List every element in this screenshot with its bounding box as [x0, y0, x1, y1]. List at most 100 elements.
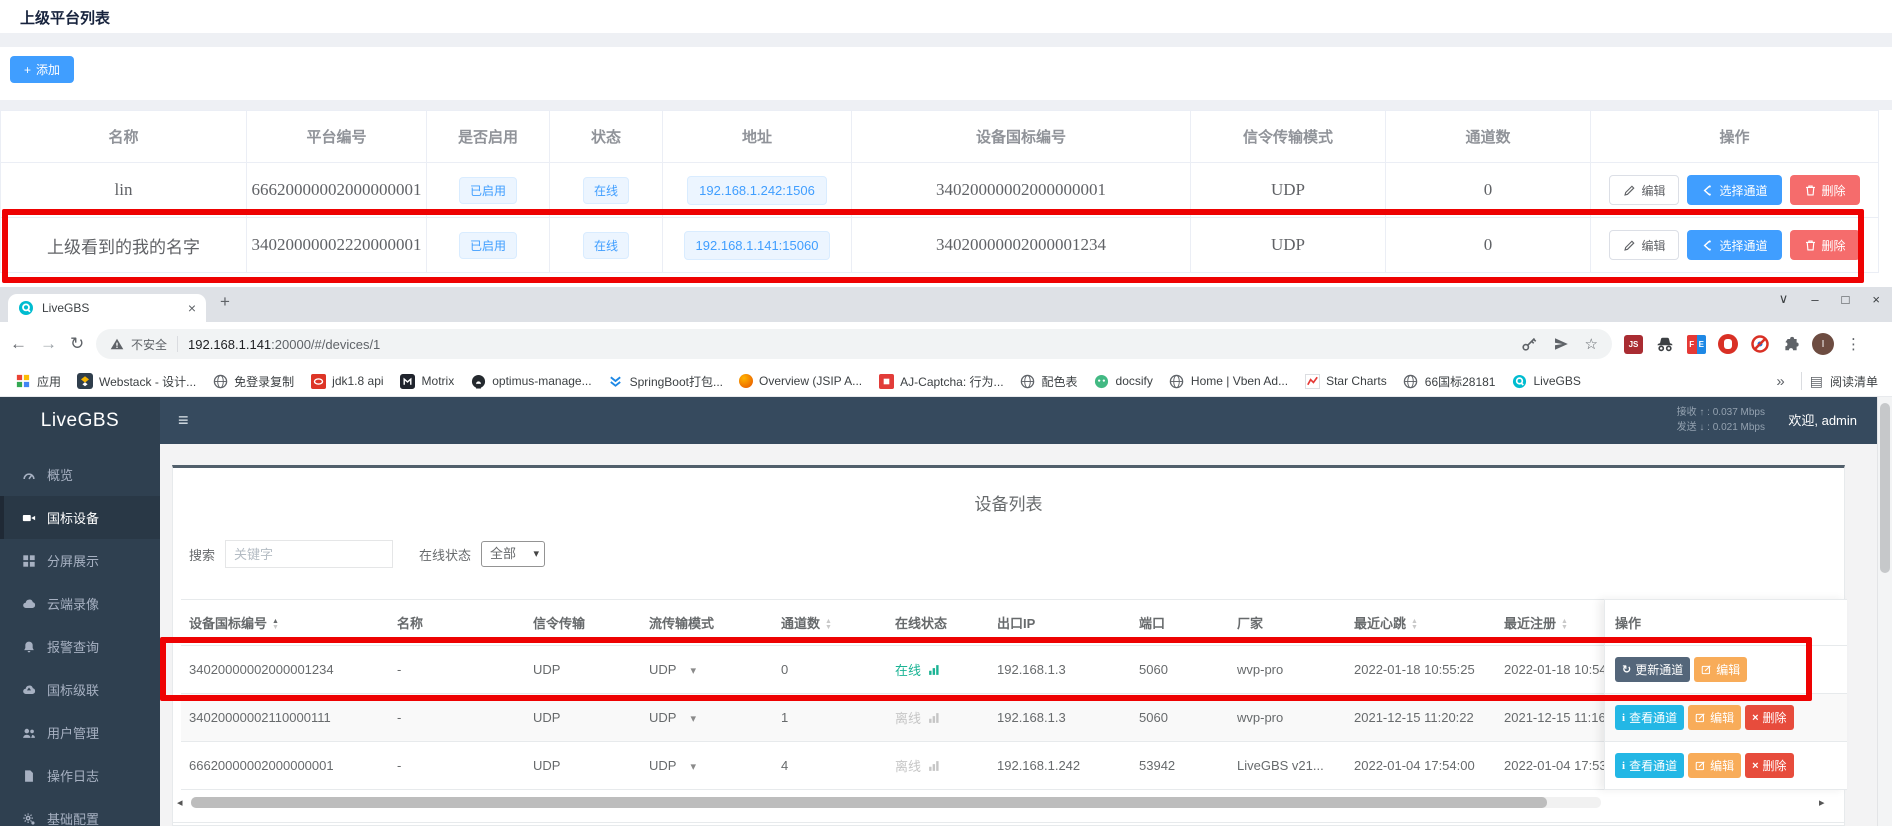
platform-row-0: lin66620000002000000001已启用在线192.168.1.24… [1, 163, 1879, 218]
page-scrollbar[interactable] [1877, 397, 1892, 826]
vendor-cell: wvp-pro [1229, 646, 1346, 694]
address-bar[interactable]: 不安全 192.168.1.141 :20000/#/devices/1 ☆ [96, 329, 1612, 359]
stream-mode-select[interactable]: UDP [649, 758, 676, 773]
caret-down-icon: ▾ [690, 713, 696, 725]
edit-button[interactable]: 编辑 [1609, 230, 1679, 260]
stream-mode-select[interactable]: UDP [649, 710, 676, 725]
reload-button[interactable]: ↻ [70, 334, 84, 354]
编辑-button[interactable]: 编辑 [1694, 657, 1747, 682]
ad-blocker-extension-icon[interactable] [1750, 334, 1770, 354]
chevron-down-icon[interactable]: ∨ [1779, 291, 1789, 307]
browser-tab[interactable]: LiveGBS × [8, 294, 206, 322]
signal-cell: UDP [525, 694, 641, 742]
edit-button[interactable]: 编辑 [1609, 175, 1679, 205]
stream-mode-select[interactable]: UDP [649, 662, 676, 677]
bookmark-item-1[interactable]: Webstack - 设计... [70, 370, 203, 393]
minimize-button[interactable]: – [1811, 292, 1818, 307]
scroll-right-icon[interactable]: ▸ [1819, 796, 1825, 809]
online-status-select[interactable]: 全部 ▾ [481, 541, 545, 567]
new-tab-button[interactable]: + [220, 292, 230, 312]
sidebar-item-概览[interactable]: 概览 [0, 453, 160, 496]
key-icon[interactable] [1521, 336, 1537, 352]
welcome-user[interactable]: 欢迎, admin [1788, 397, 1857, 444]
bookmark-item-9[interactable]: 配色表 [1013, 370, 1085, 393]
sort-icon[interactable]: ▲▼ [272, 619, 279, 631]
menu-toggle-icon[interactable]: ≡ [178, 397, 189, 444]
add-button[interactable]: + 添加 [10, 56, 74, 83]
maximize-button[interactable]: □ [1842, 292, 1850, 307]
fe-extension-icon[interactable]: FE [1687, 335, 1706, 354]
sidebar-item-操作日志[interactable]: 操作日志 [0, 754, 160, 797]
select-channel-button[interactable]: 选择通道 [1687, 230, 1781, 260]
reading-list-button[interactable]: ▤ 阅读清单 [1810, 373, 1884, 390]
spring-favicon-icon [608, 373, 624, 389]
enabled-badge: 已启用 [459, 232, 517, 259]
brand-logo[interactable]: LiveGBS [0, 397, 160, 444]
puzzle-extensions-icon[interactable] [1782, 335, 1800, 353]
device-column-header-9[interactable]: 最近心跳▲▼ [1346, 600, 1496, 646]
send-to-device-icon[interactable] [1553, 336, 1569, 352]
bookmark-item-2[interactable]: 免登录复制 [205, 370, 301, 393]
编辑-button[interactable]: 编辑 [1688, 705, 1741, 730]
incognito-extension-icon[interactable] [1655, 334, 1675, 354]
line-chart-favicon-icon [1304, 373, 1320, 389]
sort-icon[interactable]: ▲▼ [1561, 619, 1568, 631]
bookmark-item-4[interactable]: Motrix [393, 370, 462, 392]
bookmark-item-13[interactable]: 66国标28181 [1396, 370, 1503, 393]
bookmark-item-11[interactable]: Home | Vben Ad... [1162, 370, 1295, 392]
device-column-header-0[interactable]: 设备国标编号▲▼ [181, 600, 389, 646]
trash-icon [1804, 184, 1817, 197]
sort-icon[interactable]: ▲▼ [1411, 619, 1418, 631]
stop-hand-extension-icon[interactable] [1718, 334, 1738, 354]
sidebar-item-云端录像[interactable]: 云端录像 [0, 582, 160, 625]
删除-button[interactable]: ×删除 [1745, 753, 1793, 778]
scroll-left-icon[interactable]: ◂ [177, 796, 183, 809]
sort-icon[interactable]: ▲▼ [825, 619, 832, 631]
scrollbar-thumb[interactable] [1880, 403, 1890, 573]
bookmark-item-5[interactable]: optimus-manage... [463, 370, 598, 392]
search-input[interactable] [225, 540, 393, 568]
bookmark-item-0[interactable]: 应用 [8, 370, 68, 393]
bookmark-item-6[interactable]: SpringBoot打包... [601, 370, 730, 393]
sidebar-item-国标设备[interactable]: 国标设备 [0, 496, 160, 539]
删除-button[interactable]: ×删除 [1745, 705, 1793, 730]
window-close-button[interactable]: × [1872, 292, 1880, 307]
forward-button[interactable]: → [40, 334, 57, 354]
online-chart-icon[interactable] [928, 712, 940, 724]
查看通道-button[interactable]: i查看通道 [1615, 753, 1684, 778]
profile-avatar[interactable]: I [1812, 333, 1834, 355]
select-channel-button[interactable]: 选择通道 [1687, 175, 1781, 205]
sidebar-item-国标级联[interactable]: 国标级联 [0, 668, 160, 711]
tab-close-icon[interactable]: × [188, 300, 196, 316]
delete-button[interactable]: 删除 [1790, 230, 1860, 260]
编辑-button[interactable]: 编辑 [1688, 753, 1741, 778]
device-column-header-4[interactable]: 通道数▲▼ [773, 600, 887, 646]
bookmark-item-8[interactable]: AJ-Captcha: 行为... [871, 370, 1010, 393]
bookmark-star-icon[interactable]: ☆ [1585, 335, 1598, 353]
browser-menu-icon[interactable]: ⋮ [1846, 335, 1861, 353]
sidebar-item-用户管理[interactable]: 用户管理 [0, 711, 160, 754]
back-button[interactable]: ← [10, 334, 27, 354]
horizontal-scrollbar[interactable] [191, 797, 1601, 808]
更新通道-button[interactable]: ↻更新通道 [1615, 657, 1690, 682]
tab-strip: LiveGBS × + ∨ – □ × [0, 287, 1892, 322]
bookmark-item-3[interactable]: jdk1.8 api [303, 370, 390, 392]
bookmark-item-7[interactable]: Overview (JSIP A... [732, 371, 869, 391]
online-chart-icon[interactable] [928, 664, 940, 676]
查看通道-button[interactable]: i查看通道 [1615, 705, 1684, 730]
sidebar-item-报警查询[interactable]: 报警查询 [0, 625, 160, 668]
bookmark-label: Overview (JSIP A... [759, 374, 862, 388]
js-extension-icon[interactable]: JS [1624, 335, 1643, 354]
signal-cell: UDP [525, 646, 641, 694]
edit-icon [1701, 664, 1712, 675]
card-title: 设备列表 [173, 490, 1844, 515]
online-chart-icon[interactable] [928, 760, 940, 772]
bookmark-item-12[interactable]: Star Charts [1297, 370, 1394, 392]
bookmark-item-14[interactable]: LiveGBS [1504, 370, 1587, 392]
delete-button[interactable]: 删除 [1790, 175, 1860, 205]
sidebar-item-分屏展示[interactable]: 分屏展示 [0, 539, 160, 582]
bookmark-item-10[interactable]: docsify [1087, 370, 1160, 392]
scrollbar-thumb[interactable] [191, 797, 1547, 808]
sidebar-item-基础配置[interactable]: 基础配置 [0, 797, 160, 826]
bookmarks-overflow-icon[interactable]: » [1768, 373, 1792, 390]
